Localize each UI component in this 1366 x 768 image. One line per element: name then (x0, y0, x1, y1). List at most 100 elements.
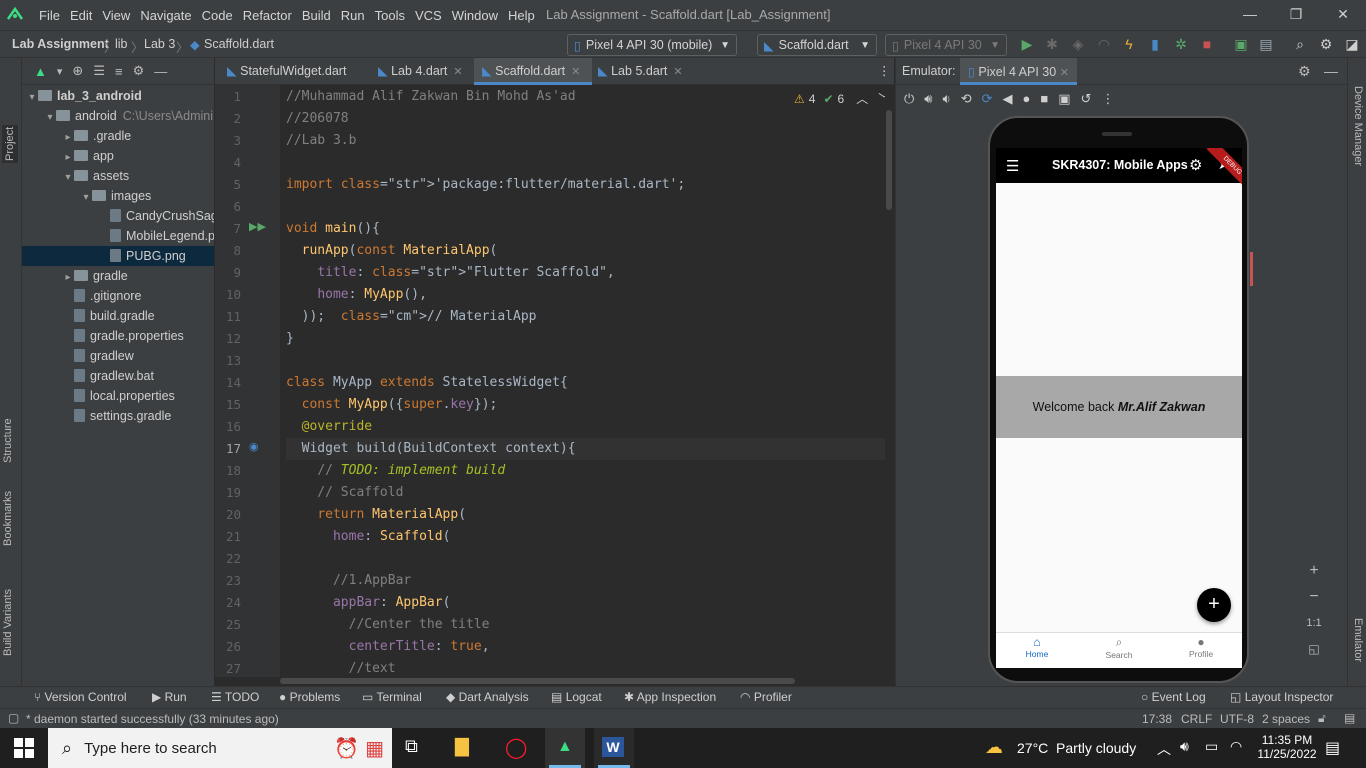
line-separator[interactable]: CRLF (1181, 712, 1212, 726)
menu-edit[interactable]: Edit (65, 8, 97, 23)
snapshot-icon[interactable]: ↺ (1081, 91, 1092, 107)
volume-up-icon[interactable]: 🔊︎ (924, 91, 932, 107)
file-explorer-icon[interactable]: ▇ (455, 736, 469, 757)
indent-setting[interactable]: 2 spaces (1262, 712, 1310, 726)
code-editor[interactable]: //Muhammad Alif Zakwan Bin Mohd As'ad//2… (280, 85, 885, 677)
tree-item[interactable]: ▾ assets (22, 166, 129, 186)
tree-item[interactable]: settings.gradle (22, 406, 171, 426)
run-config-selector[interactable]: ◣ Scaffold.dart ▼ (757, 34, 877, 56)
nav-search[interactable]: ⌕ Search (1089, 635, 1149, 660)
secondary-device-selector[interactable]: ▯ Pixel 4 API 30 ▼ (885, 34, 1007, 56)
tree-item[interactable]: ▸ .gradle (22, 126, 131, 146)
breadcrumb-project[interactable]: Lab Assignment (12, 37, 109, 51)
hot-reload-icon[interactable]: ϟ (1121, 36, 1137, 52)
menu-vcs[interactable]: VCS (410, 8, 447, 23)
code-line[interactable]: return MaterialApp( (286, 504, 466, 526)
tool-event-log[interactable]: ○ Event Log (1141, 690, 1206, 704)
device-screen[interactable]: ☰ SKR4307: Mobile Apps ⚙ ➤ DEBUG Welcome… (996, 148, 1242, 668)
speaker-icon[interactable]: 🔊︎ (1180, 738, 1189, 755)
menu-refactor[interactable]: Refactor (238, 8, 297, 23)
close-icon[interactable]: ✕ (1335, 6, 1351, 22)
tree-item[interactable]: gradlew.bat (22, 366, 154, 386)
code-line[interactable]: home: MyApp(), (286, 284, 427, 306)
tool-version-control[interactable]: ⑂ Version Control (34, 690, 127, 704)
tool-layout-inspector[interactable]: ◱ Layout Inspector (1230, 690, 1333, 704)
menu-help[interactable]: Help (503, 8, 540, 23)
tree-item[interactable]: MobileLegend.p (22, 226, 214, 246)
home-icon[interactable]: ● (1023, 91, 1031, 106)
menu-code[interactable]: Code (197, 8, 238, 23)
tab-project[interactable]: Project (2, 124, 18, 163)
tree-item[interactable]: ▸ gradle (22, 266, 127, 286)
wifi-icon[interactable]: ◠ (1230, 738, 1242, 755)
back-icon[interactable]: ◀ (1003, 91, 1013, 107)
scroll-thumb[interactable] (886, 110, 892, 210)
fit-screen-icon[interactable]: ◱ (1300, 637, 1328, 661)
tree-item[interactable]: ▾ android C:\Users\Admini (22, 106, 213, 126)
zoom-actual-size-button[interactable]: 1:1 (1300, 611, 1328, 635)
tool-profiler[interactable]: ◠ Profiler (740, 690, 792, 704)
code-line[interactable]: runApp(const MaterialApp( (286, 240, 498, 262)
tool-terminal[interactable]: ▭ Terminal (362, 690, 422, 704)
camera-icon[interactable]: ▣ (1058, 91, 1070, 107)
tree-item[interactable]: gradlew (22, 346, 134, 366)
tab-scaffold[interactable]: ◣ Scaffold.dart ✕ (474, 58, 592, 85)
emulator-tab[interactable]: ▯ Pixel 4 API 30 ✕ (960, 58, 1077, 85)
menu-run[interactable]: Run (336, 8, 370, 23)
gear-icon[interactable]: ⚙ (1189, 156, 1202, 174)
code-line[interactable]: home: Scaffold( (286, 526, 450, 548)
notifications-icon[interactable]: ▤ (1325, 738, 1340, 758)
windows-start-icon[interactable] (14, 738, 34, 758)
close-tab-icon[interactable]: ✕ (571, 66, 580, 78)
code-line[interactable]: //Lab 3.b (286, 130, 356, 152)
code-line[interactable]: class MyApp extends StatelessWidget{ (286, 372, 568, 394)
tab-lab4[interactable]: ◣ Lab 4.dart ✕ (370, 58, 470, 85)
code-line[interactable]: centerTitle: true, (286, 636, 490, 658)
volume-down-icon[interactable]: 🔉︎ (943, 91, 951, 107)
h-scroll-thumb[interactable] (280, 678, 795, 684)
word-icon[interactable]: W (594, 728, 634, 768)
menu-navigate[interactable]: Navigate (135, 8, 196, 23)
sdk-manager-icon[interactable]: ▤ (1258, 36, 1274, 52)
power-icon[interactable]: ⏻ (904, 91, 914, 107)
nav-home[interactable]: ⌂ Home (1007, 635, 1067, 659)
debug-icon[interactable]: ✱ (1044, 36, 1060, 52)
chevron-down-icon[interactable]: ▾ (80, 188, 92, 208)
inspection-widget[interactable]: ⚠4 ✔6 ︿ ﹀ (794, 90, 890, 107)
code-line[interactable]: //206078 (286, 108, 349, 130)
rotate-left-icon[interactable]: ⟲ (961, 91, 972, 107)
clock[interactable]: 11:35 PM 11/25/2022 (1257, 733, 1317, 761)
caret-position[interactable]: 17:38 (1142, 712, 1172, 726)
tab-bookmarks[interactable]: Bookmarks (2, 491, 14, 546)
rotate-right-icon[interactable]: ⟳ (982, 91, 993, 107)
tab-build-variants[interactable]: Build Variants (2, 589, 14, 656)
override-gutter-icon[interactable]: ◉ (249, 440, 259, 453)
minimize-icon[interactable]: — (1242, 6, 1258, 22)
device-selector[interactable]: ▯ Pixel 4 API 30 (mobile) ▼ (567, 34, 737, 56)
tree-item[interactable]: ▾ images (22, 186, 151, 206)
tree-item[interactable]: PUBG.png (22, 246, 214, 266)
tree-item[interactable]: ▸ app (22, 146, 113, 166)
profile-icon[interactable]: ◠ (1096, 36, 1112, 52)
tool-problems[interactable]: ● Problems (279, 690, 340, 704)
gear-icon[interactable]: ⚙ (133, 63, 145, 79)
hide-icon[interactable]: — (1324, 63, 1338, 79)
chevron-down-icon[interactable]: ▾ (44, 108, 56, 128)
chevron-right-icon[interactable]: ▸ (62, 128, 74, 148)
attach-debugger-icon[interactable]: ✲ (1173, 36, 1189, 52)
run-gutter-icon[interactable]: ▶▶ (249, 220, 266, 233)
weather-text[interactable]: 27°C Partly cloudy (1017, 740, 1136, 756)
coverage-icon[interactable]: ◈ (1070, 36, 1086, 52)
chevron-down-icon[interactable]: ▾ (62, 168, 74, 188)
tab-options-icon[interactable]: ⋮ (870, 58, 891, 85)
account-icon[interactable]: ◪ (1344, 36, 1360, 52)
tree-item[interactable]: build.gradle (22, 306, 155, 326)
code-line[interactable]: title: class="str">"Flutter Scaffold", (286, 262, 614, 284)
code-line[interactable]: //1.AppBar (286, 570, 411, 592)
stop-icon[interactable]: ■ (1199, 36, 1215, 52)
code-line[interactable]: // TODO: implement build (286, 460, 505, 482)
more-icon[interactable]: ⋮ (1101, 91, 1114, 107)
battery-icon[interactable]: ▭ (1205, 738, 1218, 755)
lock-icon[interactable]: 🔓︎ (1318, 711, 1326, 726)
memory-icon[interactable]: ▤ (1344, 711, 1355, 725)
